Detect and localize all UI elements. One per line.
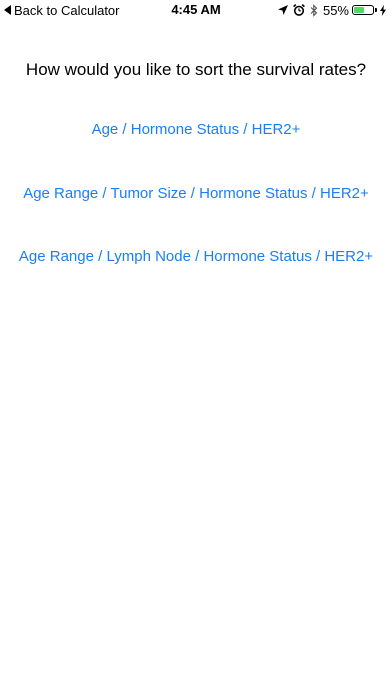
screen: Back to Calculator 4:45 AM 55% How would… <box>0 0 392 696</box>
sort-option-age-range-tumor-size[interactable]: Age Range / Tumor Size / Hormone Status … <box>0 185 392 202</box>
location-arrow-icon <box>277 5 288 15</box>
sort-option-age-range-lymph-node[interactable]: Age Range / Lymph Node / Hormone Status … <box>0 248 392 265</box>
sort-option-age-hormone-her2[interactable]: Age / Hormone Status / HER2+ <box>0 121 392 138</box>
battery-fill <box>354 7 364 13</box>
battery-icon <box>352 5 374 15</box>
back-to-calculator-button[interactable]: Back to Calculator <box>4 2 120 18</box>
back-label: Back to Calculator <box>14 2 120 18</box>
bluetooth-icon <box>310 3 318 17</box>
status-bar: Back to Calculator 4:45 AM 55% <box>0 0 392 20</box>
alarm-icon <box>293 4 305 16</box>
battery-cap <box>375 8 377 12</box>
status-icons: 55% <box>273 2 386 18</box>
charging-bolt-icon <box>380 4 386 16</box>
battery-percent: 55% <box>322 2 349 18</box>
back-triangle-icon <box>4 5 11 15</box>
sort-prompt: How would you like to sort the survival … <box>25 60 367 79</box>
